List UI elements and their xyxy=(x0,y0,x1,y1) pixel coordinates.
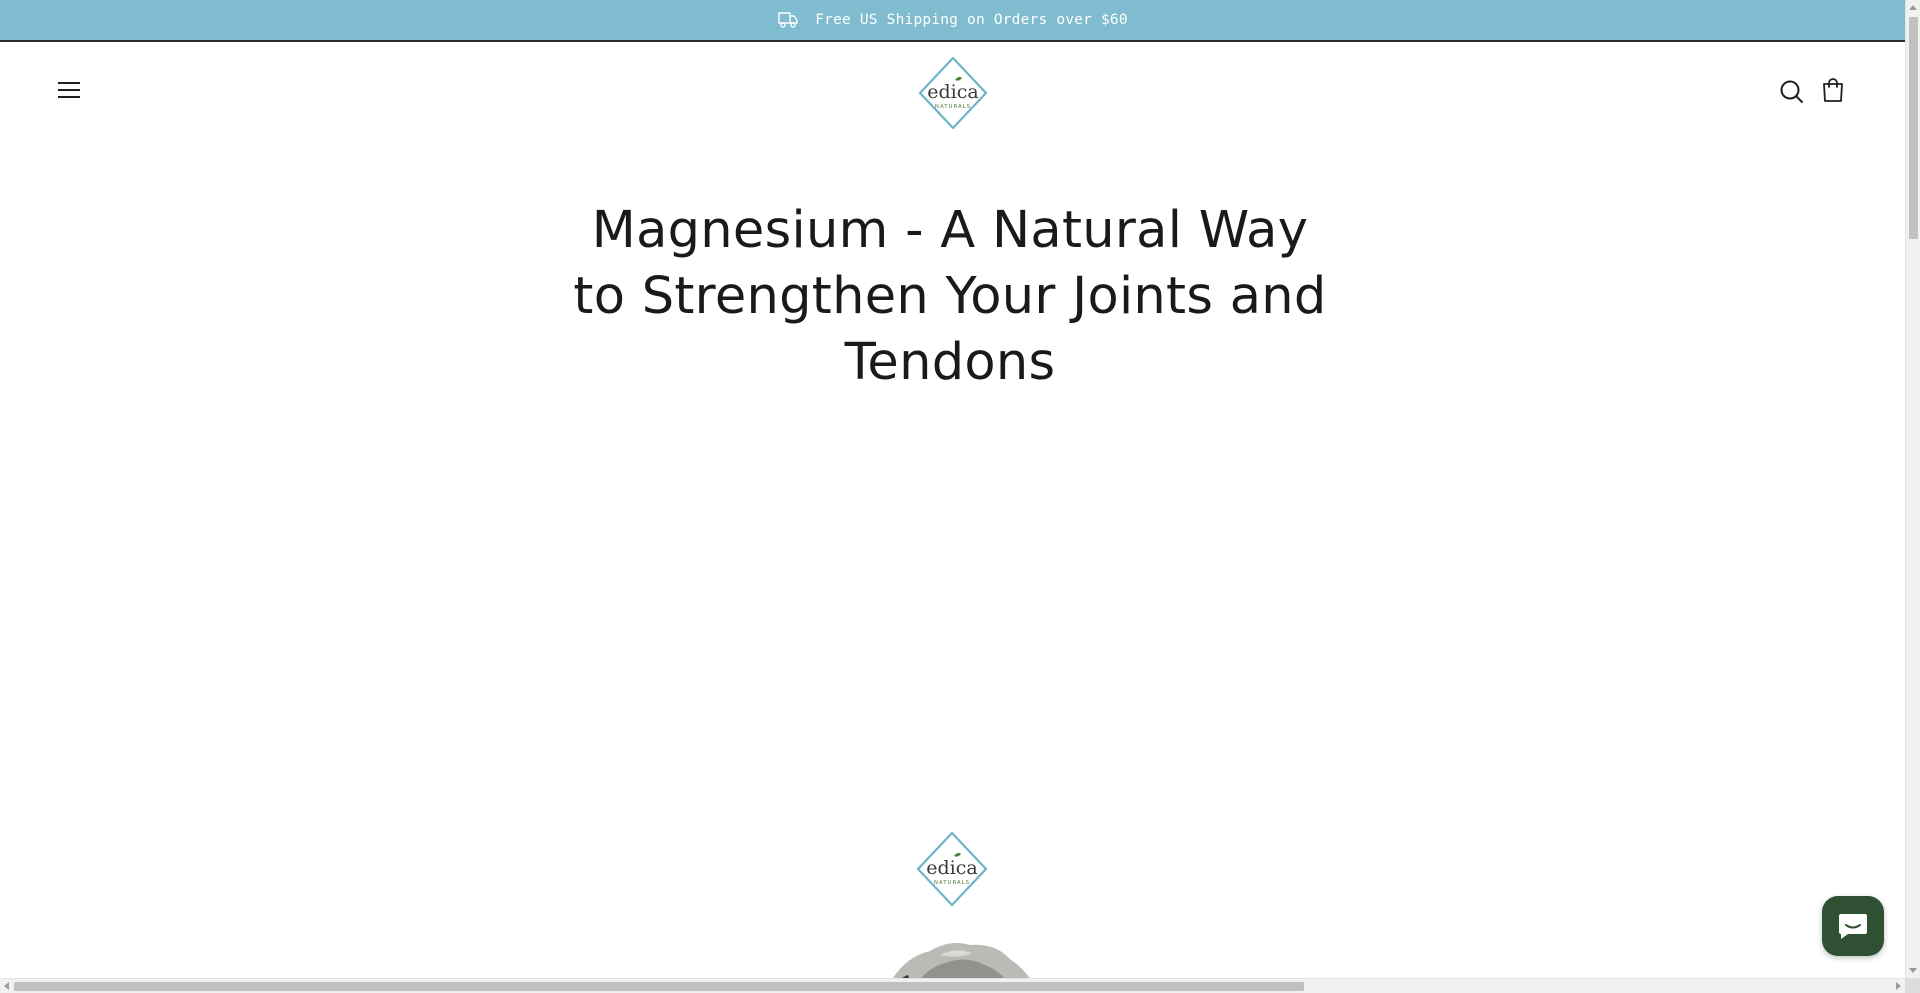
article-title: Magnesium - A Natural Way to Strengthen … xyxy=(573,201,1327,392)
announcement-bar: Free US Shipping on Orders over $60 xyxy=(0,0,1905,42)
horizontal-scrollbar[interactable] xyxy=(0,978,1905,993)
svg-text:NATURALS: NATURALS xyxy=(934,880,970,886)
vertical-scrollbar[interactable] xyxy=(1905,0,1920,978)
edica-logo: edica NATURALS xyxy=(918,56,988,130)
truck-icon xyxy=(778,12,798,28)
scroll-up-arrow-icon[interactable] xyxy=(1909,5,1917,10)
edica-logo: edica NATURALS xyxy=(916,831,988,907)
svg-text:edica: edica xyxy=(926,857,977,879)
scroll-left-arrow-icon[interactable] xyxy=(4,982,9,990)
site-header: edica NATURALS xyxy=(0,42,1905,142)
chat-bubble-icon xyxy=(1839,914,1867,939)
chat-button[interactable] xyxy=(1822,896,1884,956)
hamburger-menu-icon[interactable] xyxy=(56,79,82,101)
scrollbar-corner xyxy=(1905,978,1920,993)
announcement-text: Free US Shipping on Orders over $60 xyxy=(815,12,1128,28)
scroll-down-arrow-icon[interactable] xyxy=(1909,968,1917,973)
scroll-right-arrow-icon[interactable] xyxy=(1896,982,1901,990)
mineral-rock-image xyxy=(891,943,1032,980)
featured-image: edica NATURALS xyxy=(0,820,1905,980)
search-icon[interactable] xyxy=(1779,79,1804,104)
svg-text:edica: edica xyxy=(927,81,978,103)
horizontal-scroll-thumb[interactable] xyxy=(14,982,1304,991)
vertical-scroll-thumb[interactable] xyxy=(1909,17,1918,239)
shopping-bag-icon[interactable] xyxy=(1821,77,1845,103)
svg-text:NATURALS: NATURALS xyxy=(935,104,971,110)
